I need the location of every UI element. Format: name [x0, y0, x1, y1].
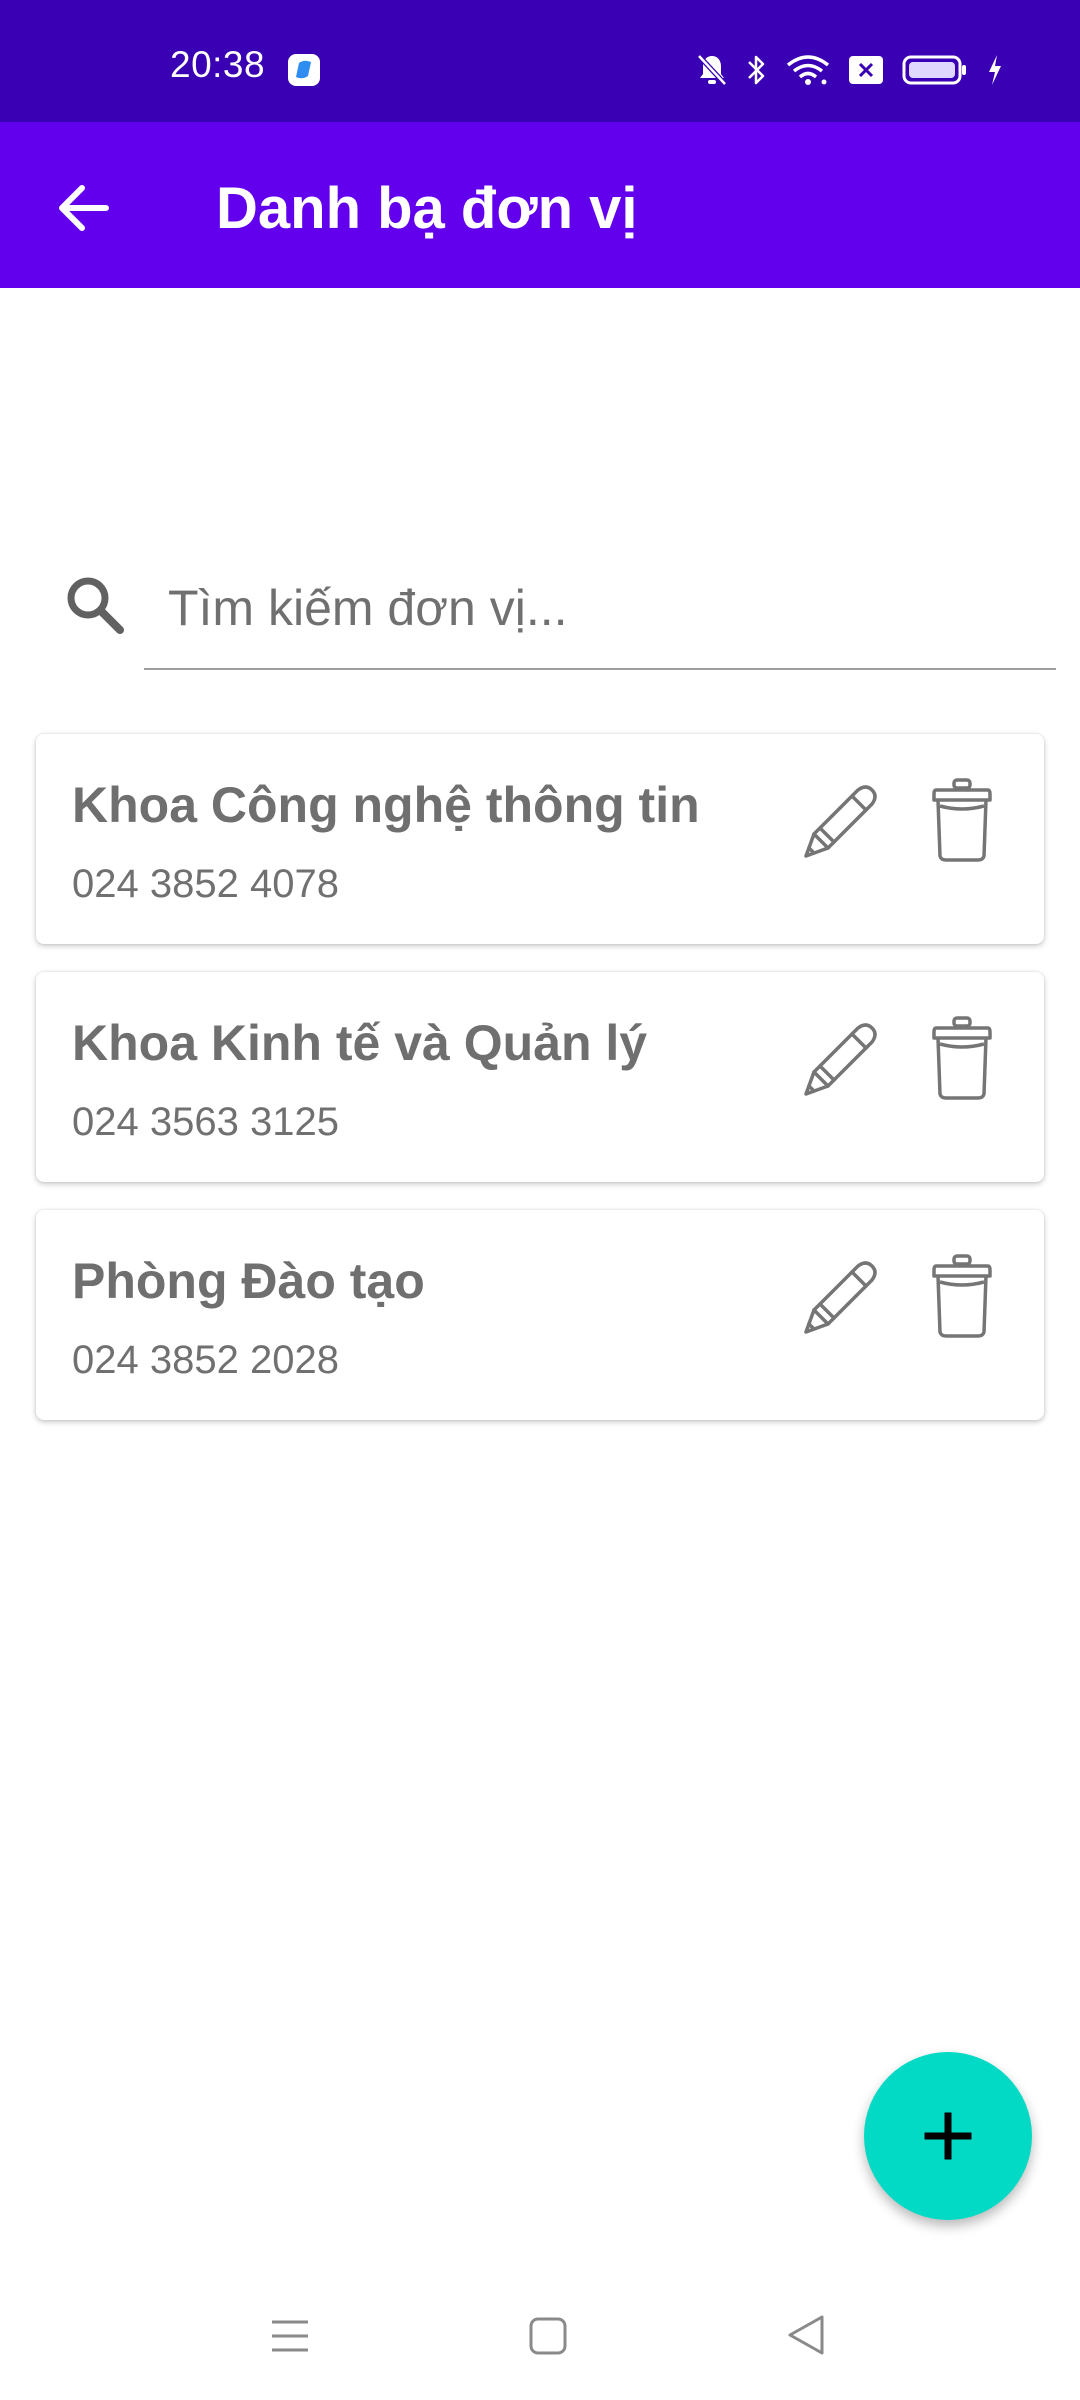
search-icon[interactable] — [62, 572, 128, 638]
pencil-icon[interactable] — [792, 772, 888, 868]
plus-icon — [924, 2112, 972, 2160]
screen: 20:38 Danh bạ đơn vị Tìm kiếm đơn vị... … — [0, 0, 1080, 2400]
status-icons — [696, 52, 1004, 88]
charging-icon — [989, 55, 1001, 85]
pencil-icon[interactable] — [792, 1248, 888, 1344]
list-item[interactable]: Phòng Đào tạo 024 3852 2028 — [36, 1210, 1044, 1420]
unit-name: Khoa Công nghệ thông tin — [72, 777, 700, 833]
unit-name: Phòng Đào tạo — [72, 1253, 425, 1309]
wifi-icon — [786, 55, 830, 85]
unit-phone: 024 3852 2028 — [72, 1338, 339, 1382]
trash-icon[interactable] — [928, 1014, 996, 1102]
list-item[interactable]: Khoa Kinh tế và Quản lý 024 3563 3125 — [36, 972, 1044, 1182]
status-time: 20:38 — [170, 44, 266, 85]
menu-icon[interactable] — [268, 2314, 312, 2358]
app-notification-icon — [288, 54, 320, 86]
add-unit-button[interactable] — [864, 2052, 1032, 2220]
unit-list: Khoa Công nghệ thông tin 024 3852 4078 K… — [36, 734, 1044, 1448]
bell-off-icon — [697, 54, 727, 86]
app-bar: Danh bạ đơn vị — [0, 122, 1080, 288]
trash-icon[interactable] — [928, 776, 996, 864]
back-triangle-icon[interactable] — [784, 2312, 828, 2358]
trash-icon[interactable] — [928, 1252, 996, 1340]
bluetooth-icon — [748, 55, 765, 85]
page-title: Danh bạ đơn vị — [216, 176, 638, 241]
search-input[interactable] — [144, 548, 1056, 670]
pencil-icon[interactable] — [792, 1010, 888, 1106]
home-icon[interactable] — [526, 2314, 570, 2358]
unit-phone: 024 3563 3125 — [72, 1100, 339, 1144]
search-bar — [0, 548, 1080, 673]
battery-icon — [902, 55, 966, 85]
unit-name: Khoa Kinh tế và Quản lý — [72, 1015, 648, 1071]
unit-phone: 024 3852 4078 — [72, 862, 339, 906]
list-item[interactable]: Khoa Công nghệ thông tin 024 3852 4078 — [36, 734, 1044, 944]
status-bar: 20:38 — [0, 0, 1080, 122]
sim-off-icon — [849, 56, 883, 84]
system-nav-bar — [0, 2282, 1080, 2400]
back-button[interactable] — [40, 165, 126, 251]
arrow-back-icon — [59, 185, 109, 231]
